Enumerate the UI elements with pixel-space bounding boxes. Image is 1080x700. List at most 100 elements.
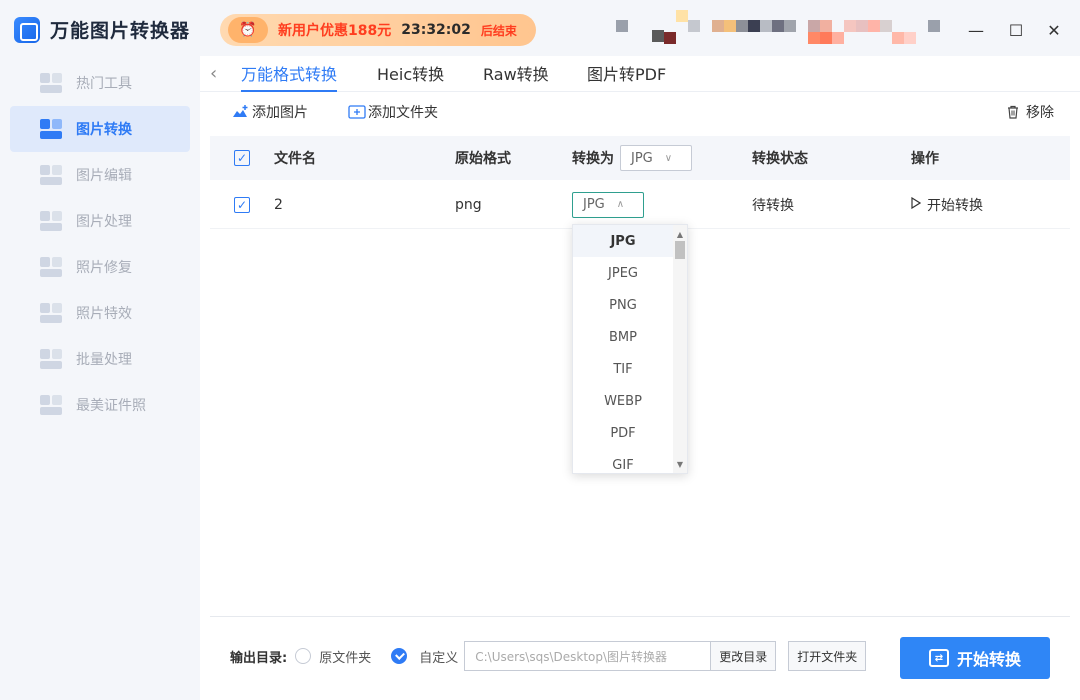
format-option-webp[interactable]: WEBP [573,385,673,417]
promo-end-label: 后结束 [481,22,517,39]
change-dir-button[interactable]: 更改目录 [710,641,776,671]
user-info-blurred[interactable] [612,10,942,46]
photo-repair-icon [40,257,62,277]
row-checkbox[interactable]: ✓ [234,197,250,213]
close-button[interactable]: ✕ [1044,20,1064,40]
sidebar-nav: 热门工具 图片转换 图片编辑 图片处理 照片修复 照片特效 批量处理 最美证件 [10,60,190,428]
batch-format-value: JPG [631,151,653,166]
sidebar-item-label: 照片修复 [76,257,132,277]
add-image-label: 添加图片 [252,102,308,122]
scroll-up-icon[interactable]: ▲ [673,227,687,241]
header-convert-to-label: 转换为 [572,148,614,168]
dropdown-scrollbar[interactable]: ▲ ▼ [673,225,687,473]
photo-effects-icon [40,303,62,323]
sidebar-item-image-edit[interactable]: 图片编辑 [10,152,190,198]
sidebar-item-hot-tools[interactable]: 热门工具 [10,60,190,106]
row-format-select[interactable]: JPG ∧ [572,192,644,218]
clock-icon: ⏰ [228,17,268,43]
remove-label: 移除 [1026,102,1054,122]
header-status: 转换状态 [752,136,808,180]
row-format-value: JPG [583,197,605,212]
open-folder-button[interactable]: 打开文件夹 [788,641,866,671]
sidebar-item-batch-process[interactable]: 批量处理 [10,336,190,382]
tab-heic[interactable]: Heic转换 [377,61,444,92]
app-logo-icon [14,17,40,43]
id-photo-icon [40,395,62,415]
main-panel: ‹ 万能格式转换 Heic转换 Raw转换 图片转PDF 添加图片 添加文件夹 … [200,56,1080,700]
select-all-checkbox[interactable]: ✓ [234,150,250,166]
custom-label: 自定义 [419,647,458,666]
add-image-button[interactable]: 添加图片 [232,102,308,122]
promo-banner[interactable]: ⏰ 新用户优惠188元 23:32:02 后结束 [220,14,536,46]
format-option-bmp[interactable]: BMP [573,321,673,353]
sidebar-item-label: 批量处理 [76,349,132,369]
batch-process-icon [40,349,62,369]
start-convert-button[interactable]: ⇄ 开始转换 [900,637,1050,679]
format-option-tif[interactable]: TIF [573,353,673,385]
row-original-format: png [455,181,482,228]
tab-universal-format[interactable]: 万能格式转换 [241,61,337,92]
original-folder-label: 原文件夹 [319,647,371,666]
sidebar-item-id-photo[interactable]: 最美证件照 [10,382,190,428]
header-filename: 文件名 [274,136,316,180]
add-folder-icon [348,105,364,119]
format-options: JPG JPEG PNG BMP TIF WEBP PDF GIF [573,225,673,474]
promo-text: 新用户优惠188元 [278,20,391,40]
sidebar-item-label: 图片处理 [76,211,132,231]
hot-tools-icon [40,73,62,93]
sidebar-item-label: 最美证件照 [76,395,146,415]
format-dropdown: JPG JPEG PNG BMP TIF WEBP PDF GIF ▲ ▼ [572,224,688,474]
add-image-icon [232,105,248,119]
add-folder-label: 添加文件夹 [368,102,438,122]
table-header: ✓ 文件名 原始格式 转换为 JPG ∨ 转换状态 操作 [210,136,1070,180]
tab-raw[interactable]: Raw转换 [483,61,549,92]
row-start-convert-button[interactable]: 开始转换 [911,181,983,228]
chevron-left-icon[interactable]: ‹ [210,62,226,86]
output-path-input[interactable] [464,641,710,671]
format-option-pdf[interactable]: PDF [573,417,673,449]
radio-custom[interactable] [391,648,407,664]
start-convert-label: 开始转换 [957,646,1021,670]
format-option-png[interactable]: PNG [573,289,673,321]
add-folder-button[interactable]: 添加文件夹 [348,102,438,122]
header-original-format: 原始格式 [455,136,511,180]
format-option-gif[interactable]: GIF [573,449,673,474]
output-dir-label: 输出目录: [230,647,287,666]
trash-icon [1006,105,1022,119]
divider [210,616,1070,617]
format-option-jpg[interactable]: JPG [573,225,673,257]
sidebar-item-image-process[interactable]: 图片处理 [10,198,190,244]
tab-image-to-pdf[interactable]: 图片转PDF [587,61,666,92]
image-convert-icon [40,119,62,139]
batch-format-select[interactable]: JPG ∨ [620,145,692,171]
scroll-down-icon[interactable]: ▼ [673,457,687,471]
header-action: 操作 [911,136,939,180]
header-convert-to: 转换为 JPG ∨ [572,136,692,180]
maximize-button[interactable]: ☐ [1006,20,1026,40]
scrollbar-thumb[interactable] [675,241,685,259]
sidebar-item-photo-repair[interactable]: 照片修复 [10,244,190,290]
sidebar-item-label: 图片编辑 [76,165,132,185]
promo-countdown: 23:32:02 [401,22,471,38]
row-filename: 2 [274,181,283,228]
minimize-button[interactable]: — [966,20,986,40]
chevron-up-icon: ∧ [617,199,624,210]
sidebar-item-image-convert[interactable]: 图片转换 [10,106,190,152]
row-status: 待转换 [752,181,794,228]
table-row[interactable]: ✓ 2 png JPG ∧ 待转换 开始转换 [210,181,1070,229]
convert-icon: ⇄ [929,649,949,667]
play-icon [911,197,921,213]
output-settings: 输出目录: 原文件夹 自定义 更改目录 打开文件夹 [230,641,866,671]
image-process-icon [40,211,62,231]
chevron-down-icon: ∨ [665,153,672,164]
app-name: 万能图片转换器 [50,16,190,43]
remove-button[interactable]: 移除 [1006,102,1054,122]
app-title: 万能图片转换器 [14,16,190,43]
radio-original-folder[interactable] [295,648,311,664]
sidebar-item-photo-effects[interactable]: 照片特效 [10,290,190,336]
sidebar: 万能图片转换器 热门工具 图片转换 图片编辑 图片处理 照片修复 照片特效 [0,0,200,700]
sidebar-item-label: 热门工具 [76,73,132,93]
format-option-jpeg[interactable]: JPEG [573,257,673,289]
row-action-label: 开始转换 [927,195,983,215]
sidebar-item-label: 照片特效 [76,303,132,323]
